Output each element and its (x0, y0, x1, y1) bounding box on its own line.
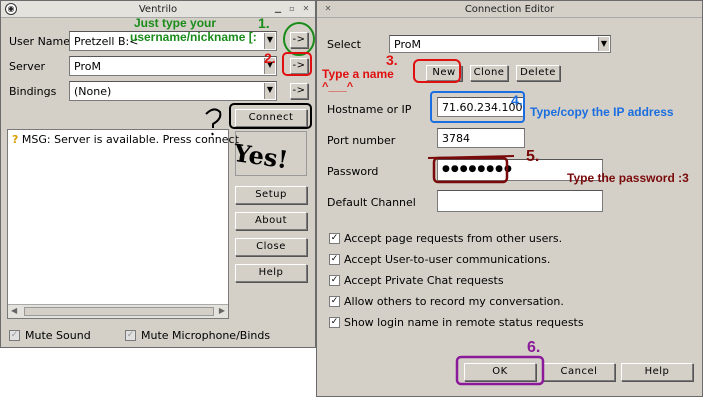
close-button[interactable]: Close (235, 238, 307, 256)
editor-help-button[interactable]: Help (621, 363, 693, 381)
step5-number: 5. (526, 148, 540, 165)
close-icon[interactable]: ✕ (323, 4, 333, 14)
hostname-label: Hostname or IP (327, 103, 412, 116)
scroll-right-icon[interactable]: ▶ (219, 306, 225, 315)
password-value: ●●●●●●●● (442, 164, 513, 174)
ventrilo-app-icon: ◉ (5, 3, 17, 15)
ventrilo-title: Ventrilo (138, 4, 178, 15)
default-channel-input[interactable] (437, 190, 603, 212)
port-input[interactable]: 3784 (437, 128, 525, 148)
accept-private-chat-label: Accept Private Chat requests (344, 274, 504, 287)
scroll-left-icon[interactable]: ◀ (11, 306, 17, 315)
port-label: Port number (327, 134, 396, 147)
cancel-button[interactable]: Cancel (543, 363, 615, 381)
minimize-icon[interactable]: ▁ (273, 4, 283, 14)
step5-text: Type the password :3 (567, 171, 689, 185)
accept-u2u-label: Accept User-to-user communications. (344, 253, 551, 266)
step3-text: Type a name (322, 67, 394, 81)
server-edit-button[interactable]: -> (290, 58, 308, 74)
default-channel-label: Default Channel (327, 196, 416, 209)
editor-titlebar[interactable]: Connection Editor ✕ (317, 1, 702, 18)
accept-page-label: Accept page requests from other users. (344, 232, 563, 245)
mute-sound-checkbox[interactable]: ✓ (9, 330, 20, 341)
new-button[interactable]: New (426, 65, 462, 81)
accept-private-chat-checkbox[interactable]: ✓ (329, 275, 340, 286)
message-text: MSG: Server is available. Press connect (21, 133, 239, 146)
accept-u2u-checkbox[interactable]: ✓ (329, 254, 340, 265)
username-label: User Name (9, 35, 71, 48)
horizontal-scrollbar[interactable]: ◀ ▶ (8, 304, 228, 318)
step2-number: 2. (264, 50, 276, 66)
allow-record-label: Allow others to record my conversation. (344, 295, 564, 308)
connection-editor-window: Connection Editor ✕ Select ProM ▼ New Cl… (316, 0, 703, 397)
delete-button[interactable]: Delete (516, 65, 560, 81)
select-label: Select (327, 38, 361, 51)
chevron-down-icon[interactable]: ▼ (264, 33, 275, 49)
step6-number: 6. (527, 339, 541, 356)
message-row: ? MSG: Server is available. Press connec… (12, 133, 239, 146)
editor-title: Connection Editor (464, 4, 555, 15)
message-panel[interactable]: ? MSG: Server is available. Press connec… (7, 129, 239, 319)
server-value: ProM (74, 60, 101, 73)
show-login-label: Show login name in remote status request… (344, 316, 584, 329)
step1-text-line2: username/nickname [: (130, 30, 257, 44)
connect-button[interactable]: Connect (235, 109, 307, 127)
step4-number: 4. (511, 92, 523, 108)
bindings-edit-button[interactable]: -> (290, 83, 308, 99)
help-icon: ? (12, 133, 19, 146)
step3-number: 3. (386, 52, 398, 68)
step4-text: Type/copy the IP address (530, 105, 674, 119)
port-value: 3784 (442, 132, 470, 145)
server-combo[interactable]: ProM ▼ (69, 56, 277, 76)
bindings-combo[interactable]: (None) ▼ (69, 81, 277, 101)
username-edit-button[interactable]: -> (290, 32, 308, 48)
maximize-icon[interactable]: ▫ (287, 4, 297, 14)
mute-mic-label: Mute Microphone/Binds (141, 329, 271, 342)
close-icon[interactable]: ✕ (301, 4, 311, 14)
chevron-down-icon[interactable]: ▼ (264, 83, 275, 99)
accept-page-checkbox[interactable]: ✓ (329, 233, 340, 244)
mute-sound-label: Mute Sound (25, 329, 91, 342)
password-label: Password (327, 165, 379, 178)
mute-mic-checkbox[interactable]: ✓ (125, 330, 136, 341)
chevron-down-icon[interactable]: ▼ (598, 37, 609, 51)
allow-record-checkbox[interactable]: ✓ (329, 296, 340, 307)
help-button[interactable]: Help (235, 264, 307, 282)
bindings-value: (None) (74, 85, 112, 98)
step1-text-line1: Just type your (134, 16, 217, 30)
step1-number: 1. (258, 15, 270, 31)
step3-face: ^___^ (322, 81, 354, 93)
about-button[interactable]: About (235, 212, 307, 230)
username-value: Pretzell B:< (74, 35, 139, 48)
select-combo[interactable]: ProM ▼ (389, 35, 611, 53)
scroll-thumb[interactable] (24, 307, 214, 316)
show-login-checkbox[interactable]: ✓ (329, 317, 340, 328)
bindings-label: Bindings (9, 85, 57, 98)
server-label: Server (9, 60, 46, 73)
clone-button[interactable]: Clone (470, 65, 508, 81)
ok-button[interactable]: OK (464, 363, 536, 381)
select-value: ProM (394, 38, 421, 51)
setup-button[interactable]: Setup (235, 186, 307, 204)
